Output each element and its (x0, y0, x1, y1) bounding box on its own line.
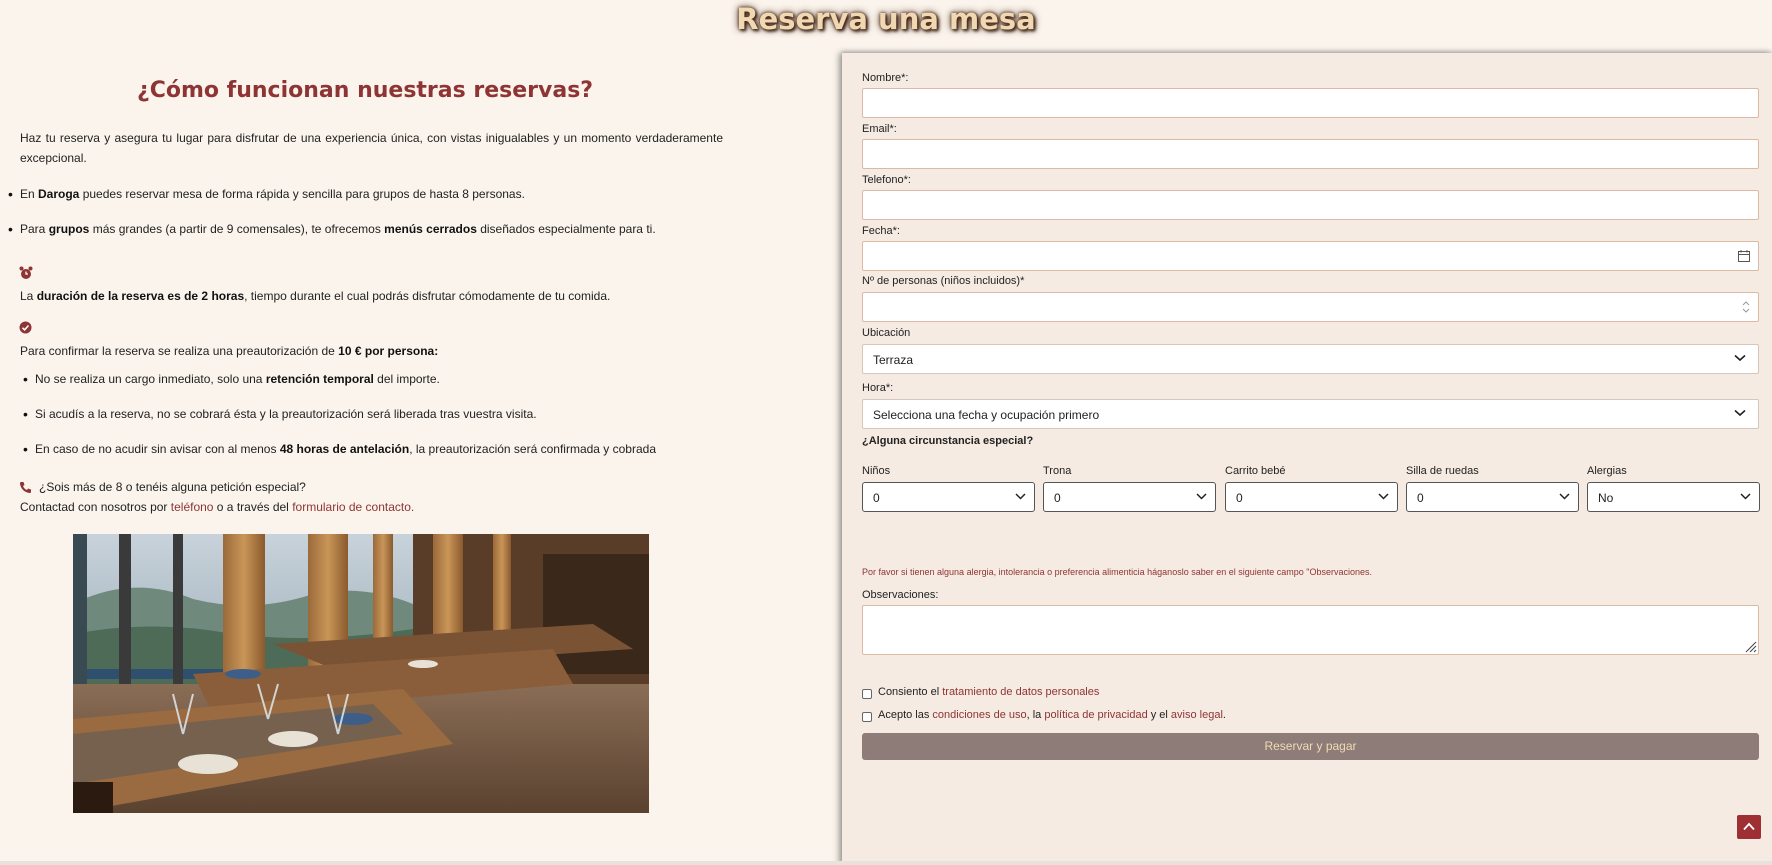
special-heading: ¿Alguna circunstancia especial? (862, 435, 1034, 447)
personas-input[interactable] (862, 292, 1759, 322)
resize-handle-icon[interactable] (1743, 639, 1757, 653)
chevron-down-icon (1196, 493, 1207, 500)
sub-bullet-release: Si acudís a la reserva, no se cobrará és… (35, 407, 537, 421)
bullet-dot: • (8, 186, 13, 202)
alergias-label: Alergias (1587, 465, 1627, 477)
legal-notice-link[interactable]: aviso legal (1171, 709, 1223, 721)
duration-text: La duración de la reserva es de 2 horas,… (20, 289, 611, 303)
hora-label: Hora*: (862, 382, 894, 394)
data-treatment-link[interactable]: tratamiento de datos personales (942, 686, 1099, 698)
reservation-form-panel: Nombre*: Email*: Telefono*: Fecha*: Nº d… (842, 53, 1772, 865)
bullet-dot: • (23, 406, 28, 422)
allergy-note: Por favor si tienen alguna alergia, into… (862, 567, 1372, 577)
intro-line-2: excepcional. (20, 151, 87, 165)
bullet-groups: Para grupos más grandes (a partir de 9 c… (20, 222, 656, 236)
email-input[interactable] (862, 139, 1759, 169)
sub-bullet-retention: No se realiza un cargo inmediato, solo u… (35, 372, 440, 386)
fecha-input[interactable] (862, 241, 1759, 271)
silla-select[interactable]: 0 (1406, 482, 1579, 512)
ninos-value: 0 (873, 491, 880, 505)
info-heading: ¿Cómo funcionan nuestras reservas? (136, 78, 594, 103)
ninos-select[interactable]: 0 (862, 482, 1035, 512)
accept-terms-text: Acepto las condiciones de uso, la políti… (878, 709, 1226, 721)
alarm-clock-icon (19, 266, 33, 279)
chevron-down-icon (1734, 409, 1746, 417)
consent-data-checkbox[interactable] (862, 689, 872, 699)
calendar-icon[interactable] (1738, 250, 1750, 262)
phone-link[interactable]: teléfono (171, 500, 214, 514)
silla-label: Silla de ruedas (1406, 465, 1479, 477)
alergias-value: No (1598, 491, 1614, 505)
bullet-dot: • (23, 371, 28, 387)
email-label: Email*: (862, 123, 897, 135)
check-circle-icon (19, 321, 32, 334)
contact-line: Contactad con nosotros por teléfono o a … (20, 500, 415, 514)
carrito-select[interactable]: 0 (1225, 482, 1398, 512)
trona-value: 0 (1054, 491, 1061, 505)
silla-value: 0 (1417, 491, 1424, 505)
observaciones-textarea[interactable] (862, 605, 1759, 655)
ninos-label: Niños (862, 465, 891, 477)
chevron-down-icon (1015, 493, 1026, 500)
obs-label: Observaciones: (862, 589, 939, 601)
hora-select[interactable]: Selecciona una fecha y ocupación primero (862, 399, 1759, 429)
telefono-label: Telefono*: (862, 174, 911, 186)
carrito-value: 0 (1236, 491, 1243, 505)
restaurant-photo (73, 534, 649, 813)
fecha-label: Fecha*: (862, 225, 900, 237)
chevron-down-icon (1734, 354, 1746, 362)
intro-paragraph: Haz tu reserva y asegura tu lugar para d… (20, 128, 723, 168)
telefono-input[interactable] (862, 190, 1759, 220)
bullet-daroga: En Daroga puedes reservar mesa de forma … (20, 187, 525, 201)
reserve-pay-button[interactable]: Reservar y pagar (862, 733, 1759, 760)
chevron-up-icon (1743, 822, 1755, 831)
personas-label: Nº de personas (niños incluidos)* (862, 275, 1025, 287)
ubicacion-select[interactable]: Terraza (862, 344, 1759, 374)
ubicacion-label: Ubicación (862, 327, 911, 339)
ubicacion-value: Terraza (873, 353, 914, 367)
bullet-dot: • (23, 441, 28, 457)
alergias-select[interactable]: No (1587, 482, 1760, 512)
scroll-to-top-button[interactable] (1737, 815, 1761, 839)
contact-form-link[interactable]: formulario de contacto. (292, 500, 414, 514)
page-title: Reserva una mesa (736, 2, 1036, 36)
hora-value: Selecciona una fecha y ocupación primero (873, 408, 1100, 422)
nombre-input[interactable] (862, 88, 1759, 118)
chevron-down-icon (1378, 493, 1389, 500)
carrito-label: Carrito bebé (1225, 465, 1286, 477)
terms-link[interactable]: condiciones de uso (932, 709, 1026, 721)
trona-label: Trona (1043, 465, 1072, 477)
intro-line-1: Haz tu reserva y asegura tu lugar para d… (20, 131, 723, 145)
phone-icon (20, 482, 31, 493)
preauth-text: Para confirmar la reserva se realiza una… (20, 344, 439, 358)
trona-select[interactable]: 0 (1043, 482, 1216, 512)
spinner-icon[interactable] (1742, 300, 1750, 314)
nombre-label: Nombre*: (862, 72, 909, 84)
chevron-down-icon (1740, 493, 1751, 500)
bullet-dot: • (8, 221, 13, 237)
sub-bullet-noshow: En caso de no acudir sin avisar con al m… (35, 442, 656, 456)
accept-terms-checkbox[interactable] (862, 712, 872, 722)
contact-question: ¿Sois más de 8 o tenéis alguna petición … (39, 480, 306, 494)
consent-data-text: Consiento el tratamiento de datos person… (878, 686, 1100, 698)
bottom-strip (0, 861, 1772, 865)
chevron-down-icon (1559, 493, 1570, 500)
privacy-link[interactable]: política de privacidad (1044, 709, 1147, 721)
